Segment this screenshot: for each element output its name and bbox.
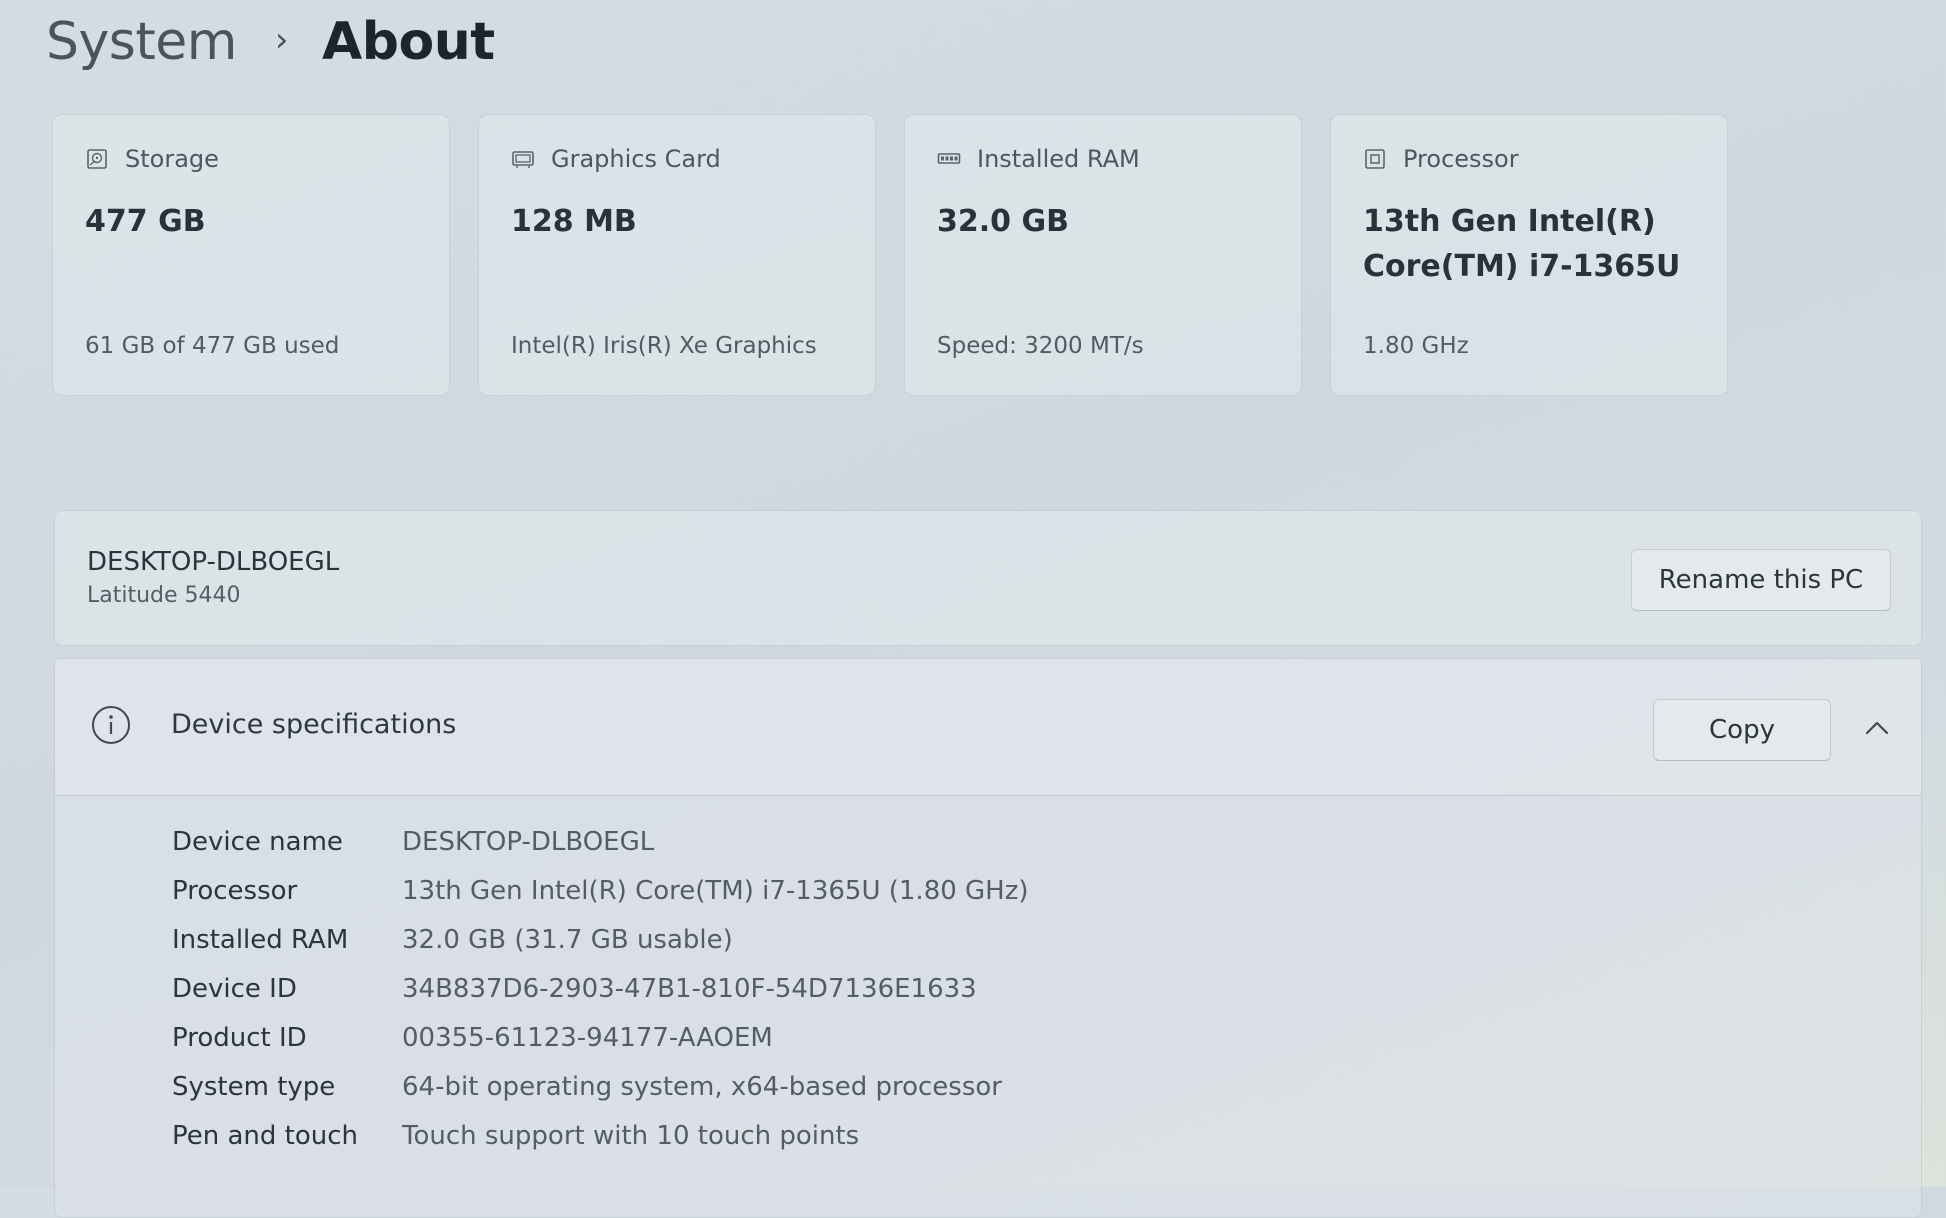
graphics-card-card[interactable]: Graphics Card 128 MB Intel(R) Iris(R) Xe… xyxy=(478,114,876,396)
card-detail: 61 GB of 477 GB used xyxy=(85,333,340,359)
card-detail: 1.80 GHz xyxy=(1363,333,1469,359)
storage-icon xyxy=(85,147,109,171)
spec-list: Device name DESKTOP-DLBOEGL Processor 13… xyxy=(172,817,1029,1160)
copy-button[interactable]: Copy xyxy=(1653,699,1831,761)
spec-label: Installed RAM xyxy=(172,924,349,955)
spec-value: 32.0 GB (31.7 GB usable) xyxy=(402,924,733,955)
processor-card[interactable]: Processor 13th Gen Intel(R) Core(TM) i7-… xyxy=(1330,114,1728,396)
breadcrumb-system[interactable]: System xyxy=(46,12,237,72)
installed-ram-card[interactable]: Installed RAM 32.0 GB Speed: 3200 MT/s xyxy=(904,114,1302,396)
spec-value: 34B837D6-2903-47B1-810F-54D7136E1633 xyxy=(402,973,977,1004)
spec-row-pen-and-touch: Pen and touch Touch support with 10 touc… xyxy=(172,1111,1029,1160)
spec-value: DESKTOP-DLBOEGL xyxy=(402,826,655,857)
card-header: Installed RAM xyxy=(937,145,1301,173)
device-specifications-header[interactable]: Device specifications Copy xyxy=(55,659,1921,796)
spec-label: Pen and touch xyxy=(172,1120,359,1151)
card-value: 32.0 GB xyxy=(937,204,1069,239)
spec-value: 00355-61123-94177-AAOEM xyxy=(402,1022,773,1053)
card-value: 128 MB xyxy=(511,204,637,239)
spec-value: 64-bit operating system, x64-based proce… xyxy=(402,1071,1002,1102)
device-specifications-panel: Device specifications Copy Device name D… xyxy=(54,658,1922,1218)
card-label: Storage xyxy=(125,145,219,173)
spec-label: Processor xyxy=(172,875,298,906)
spec-row-installed-ram: Installed RAM 32.0 GB (31.7 GB usable) xyxy=(172,915,1029,964)
breadcrumb: System › About xyxy=(46,6,495,78)
spec-label: System type xyxy=(172,1071,336,1102)
card-detail: Speed: 3200 MT/s xyxy=(937,333,1144,359)
graphics-card-icon xyxy=(511,147,535,171)
card-label: Graphics Card xyxy=(551,145,721,173)
ram-icon xyxy=(937,147,961,171)
spec-label: Product ID xyxy=(172,1022,307,1053)
chevron-up-icon[interactable] xyxy=(1863,717,1891,739)
processor-icon xyxy=(1363,147,1387,171)
pc-name-bar: DESKTOP-DLBOEGL Latitude 5440 Rename thi… xyxy=(54,510,1922,646)
card-detail: Intel(R) Iris(R) Xe Graphics xyxy=(511,333,817,359)
card-label: Installed RAM xyxy=(977,145,1140,173)
spec-row-product-id: Product ID 00355-61123-94177-AAOEM xyxy=(172,1013,1029,1062)
device-name: DESKTOP-DLBOEGL xyxy=(87,547,340,577)
card-label: Processor xyxy=(1403,145,1519,173)
card-header: Processor xyxy=(1363,145,1727,173)
storage-card[interactable]: Storage 477 GB 61 GB of 477 GB used xyxy=(52,114,450,396)
spec-row-processor: Processor 13th Gen Intel(R) Core(TM) i7-… xyxy=(172,866,1029,915)
device-model: Latitude 5440 xyxy=(87,583,241,608)
section-title: Device specifications xyxy=(171,709,457,740)
spec-row-device-name: Device name DESKTOP-DLBOEGL xyxy=(172,817,1029,866)
card-value: 477 GB xyxy=(85,204,206,239)
card-header: Graphics Card xyxy=(511,145,875,173)
spec-label: Device name xyxy=(172,826,343,857)
spec-value: 13th Gen Intel(R) Core(TM) i7-1365U (1.8… xyxy=(402,875,1029,906)
chevron-right-icon: › xyxy=(274,20,289,60)
hardware-summary-cards: Storage 477 GB 61 GB of 477 GB used Grap… xyxy=(52,114,1728,396)
card-value: 13th Gen Intel(R) Core(TM) i7-1365U xyxy=(1363,204,1681,284)
spec-value: Touch support with 10 touch points xyxy=(402,1120,860,1151)
card-header: Storage xyxy=(85,145,449,173)
spec-row-system-type: System type 64-bit operating system, x64… xyxy=(172,1062,1029,1111)
spec-label: Device ID xyxy=(172,973,297,1004)
spec-row-device-id: Device ID 34B837D6-2903-47B1-810F-54D713… xyxy=(172,964,1029,1013)
info-icon xyxy=(91,705,131,745)
rename-pc-button[interactable]: Rename this PC xyxy=(1631,549,1891,611)
page-title: About xyxy=(322,12,495,72)
